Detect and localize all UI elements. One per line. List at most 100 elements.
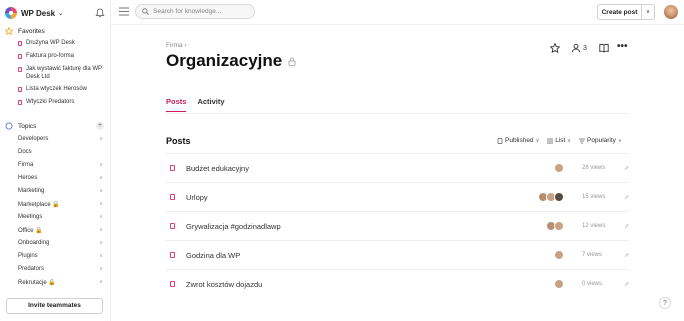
- topic-item[interactable]: Meetings ∨: [18, 212, 103, 222]
- topic-label: Marketing: [18, 188, 45, 194]
- topic-item[interactable]: Rekrutacje 🔒 ∨: [18, 277, 103, 287]
- favorite-item[interactable]: Drużyna WP Desk: [18, 40, 75, 48]
- post-views: 28 views: [582, 165, 606, 171]
- chevron-down-icon[interactable]: ∨: [99, 175, 103, 181]
- favorite-item[interactable]: Faktura pro-forma: [18, 53, 74, 61]
- more-options-icon[interactable]: •••: [617, 41, 628, 52]
- topic-label: Developers: [18, 136, 49, 142]
- chevron-down-icon[interactable]: ∨: [99, 214, 103, 220]
- chevron-down-icon[interactable]: ∨: [99, 162, 103, 168]
- topic-label: Firma: [18, 162, 34, 168]
- chevron-down-icon[interactable]: ∨: [99, 253, 103, 259]
- bell-icon[interactable]: [95, 8, 105, 18]
- topic-label: Marketplace 🔒: [18, 201, 60, 208]
- topic-item[interactable]: Marketing ∨: [18, 186, 103, 196]
- favorite-item[interactable]: Lista wtyczek Herosów: [18, 86, 87, 94]
- pin-icon[interactable]: ⇗: [622, 223, 629, 230]
- chevron-down-icon[interactable]: ∨: [99, 227, 103, 233]
- pin-icon[interactable]: ⇗: [622, 252, 629, 259]
- chevron-down-icon: ∨: [567, 137, 572, 144]
- chevron-down-icon[interactable]: ∨: [99, 279, 103, 285]
- chevron-down-icon[interactable]: ∨: [99, 188, 103, 194]
- workspace-switcher[interactable]: WP Desk ⌄: [5, 6, 63, 20]
- filter-view[interactable]: List ∨: [547, 137, 571, 144]
- tab-posts[interactable]: Posts: [166, 97, 187, 112]
- pin-icon[interactable]: ⇗: [622, 165, 629, 172]
- chevron-down-icon[interactable]: ∨: [99, 136, 103, 142]
- chevron-down-icon[interactable]: ∨: [641, 5, 654, 19]
- create-post-label: Create post: [601, 8, 638, 16]
- chevron-down-icon[interactable]: ∨: [99, 266, 103, 272]
- topic-item[interactable]: Marketplace 🔒 ∨: [18, 199, 103, 209]
- favorite-item[interactable]: Jak wystawić fakturę dla WP Desk Ltd: [18, 66, 103, 81]
- chevron-down-icon[interactable]: ∨: [99, 201, 103, 207]
- app-window: WP Desk ⌄ Favorites Drużyna WP Desk Fakt…: [0, 0, 684, 321]
- topic-item[interactable]: Docs: [18, 147, 103, 157]
- post-row[interactable]: Grywalizacja #godzinadlawp 12 views ⇗: [166, 211, 629, 240]
- favorite-label: Faktura pro-forma: [26, 53, 75, 59]
- document-icon: [497, 137, 503, 144]
- topic-label: Plugins: [18, 253, 38, 259]
- post-title[interactable]: Godzina dla WP: [186, 251, 504, 260]
- favorite-label: Drużyna WP Desk: [26, 40, 75, 46]
- members-button[interactable]: 3: [571, 43, 587, 53]
- favorites-header[interactable]: Favorites: [5, 27, 45, 35]
- topic-item[interactable]: Plugins ∨: [18, 251, 103, 261]
- topic-item[interactable]: Office 🔒 ∨: [18, 225, 103, 235]
- pin-icon[interactable]: ⇗: [622, 194, 629, 201]
- contributors: [504, 221, 564, 231]
- create-post-button[interactable]: Create post ∨: [597, 4, 655, 20]
- chevron-down-icon: ⌄: [58, 10, 64, 17]
- post-title[interactable]: Budżet edukacyjny: [186, 164, 504, 173]
- book-open-icon[interactable]: [599, 43, 609, 53]
- contributors: [504, 250, 564, 260]
- favorite-label: Jak wystawić fakturę dla WP Desk Ltd: [26, 66, 102, 80]
- document-icon: [170, 194, 175, 200]
- topic-item[interactable]: Onboarding ∨: [18, 238, 103, 248]
- topic-item[interactable]: Heroes ∨: [18, 173, 103, 183]
- tab-activity[interactable]: Activity: [197, 97, 224, 112]
- invite-teammates-button[interactable]: Invite teammates: [6, 298, 103, 314]
- chevron-down-icon[interactable]: ∨: [99, 240, 103, 246]
- post-views: 7 views: [582, 252, 603, 258]
- add-topic-button[interactable]: +: [96, 122, 104, 130]
- document-icon: [170, 281, 175, 287]
- post-row[interactable]: Budżet edukacyjny 28 views ⇗: [166, 153, 629, 182]
- posts-section-title: Posts: [166, 136, 191, 146]
- list-icon: [547, 138, 554, 143]
- post-title[interactable]: Grywalizacja #godzinadlawp: [186, 222, 504, 231]
- post-row[interactable]: Godzina dla WP 7 views ⇗: [166, 240, 629, 269]
- post-title[interactable]: Zwrot kosztów dojazdu: [186, 280, 504, 289]
- search-icon: [142, 8, 149, 15]
- filter-label: List: [555, 137, 566, 144]
- favorite-item[interactable]: Wtyczki Predators: [18, 99, 74, 107]
- star-icon[interactable]: [550, 43, 560, 53]
- search-input[interactable]: Search for knowledge...: [135, 4, 255, 19]
- avatar: [554, 192, 564, 202]
- chevron-down-icon: ∨: [535, 137, 540, 144]
- pin-icon[interactable]: ⇗: [622, 281, 629, 288]
- topics-header[interactable]: Topics: [5, 122, 36, 130]
- document-icon: [18, 67, 22, 72]
- post-views: 15 views: [582, 194, 606, 200]
- document-icon: [170, 165, 175, 171]
- main-content: Search for knowledge... Create post ∨ Fi…: [111, 0, 684, 321]
- page-title: Organizacyjne: [166, 51, 283, 70]
- breadcrumb[interactable]: Firma ›: [166, 42, 187, 49]
- filter-published[interactable]: Published ∨: [497, 137, 539, 144]
- post-row[interactable]: Urlopy 15 views ⇗: [166, 182, 629, 211]
- contributors: [504, 192, 564, 202]
- star-icon: [5, 27, 13, 35]
- document-icon: [170, 223, 175, 229]
- topic-item[interactable]: Developers ∨: [18, 134, 103, 144]
- document-icon: [170, 252, 175, 258]
- post-row[interactable]: Zwrot kosztów dojazdu 0 views ⇗: [166, 269, 629, 298]
- filter-sort[interactable]: Popularity ∨: [579, 137, 622, 144]
- menu-icon[interactable]: [119, 7, 129, 16]
- post-title[interactable]: Urlopy: [186, 193, 504, 202]
- contributors: [504, 163, 564, 173]
- help-button[interactable]: ?: [659, 297, 671, 309]
- topic-item[interactable]: Predators ∨: [18, 264, 103, 274]
- user-avatar[interactable]: [664, 5, 678, 19]
- topic-item[interactable]: Firma ∨: [18, 160, 103, 170]
